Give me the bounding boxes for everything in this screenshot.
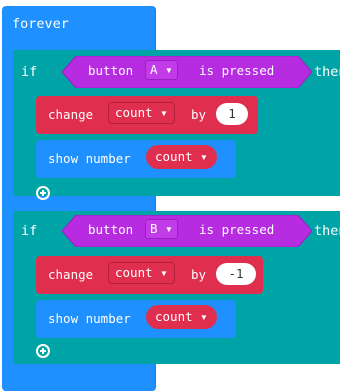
- variable-dropdown[interactable]: count ▾: [108, 102, 175, 124]
- variable-reporter[interactable]: count ▾: [146, 305, 217, 329]
- plus-circle-icon[interactable]: [36, 186, 50, 200]
- chevron-down-icon: ▾: [200, 149, 208, 164]
- forever-label: forever: [12, 16, 69, 32]
- condition-suffix: is pressed: [199, 222, 275, 237]
- variable-value: count: [155, 309, 193, 324]
- if-label: if: [21, 223, 38, 239]
- chevron-down-icon: ▾: [160, 105, 168, 120]
- variable-value: count: [115, 105, 153, 120]
- by-label: by: [191, 107, 207, 122]
- by-label: by: [191, 267, 207, 282]
- chevron-down-icon: ▾: [165, 62, 173, 77]
- variable-reporter[interactable]: count ▾: [146, 145, 217, 169]
- chevron-down-icon: ▾: [165, 221, 173, 236]
- change-label: change: [48, 267, 94, 282]
- condition-suffix: is pressed: [199, 63, 275, 78]
- show-number-label: show number: [48, 151, 131, 166]
- change-value-input[interactable]: -1: [216, 263, 256, 285]
- button-select-dropdown[interactable]: B ▾: [145, 219, 178, 239]
- chevron-down-icon: ▾: [200, 309, 208, 324]
- show-number-label: show number: [48, 311, 131, 326]
- plus-circle-icon[interactable]: [36, 344, 50, 358]
- change-label: change: [48, 107, 94, 122]
- if-label: if: [21, 64, 38, 80]
- then-label: then: [314, 64, 340, 80]
- chevron-down-icon: ▾: [160, 265, 168, 280]
- button-select-value: A: [150, 62, 158, 77]
- variable-value: count: [115, 265, 153, 280]
- button-select-dropdown[interactable]: A ▾: [145, 60, 178, 80]
- variable-value: count: [155, 149, 193, 164]
- then-label: then: [314, 223, 340, 239]
- condition-prefix: button: [88, 222, 134, 237]
- change-value-input[interactable]: 1: [216, 103, 248, 125]
- variable-dropdown[interactable]: count ▾: [108, 262, 175, 284]
- button-select-value: B: [150, 221, 158, 236]
- condition-prefix: button: [88, 63, 134, 78]
